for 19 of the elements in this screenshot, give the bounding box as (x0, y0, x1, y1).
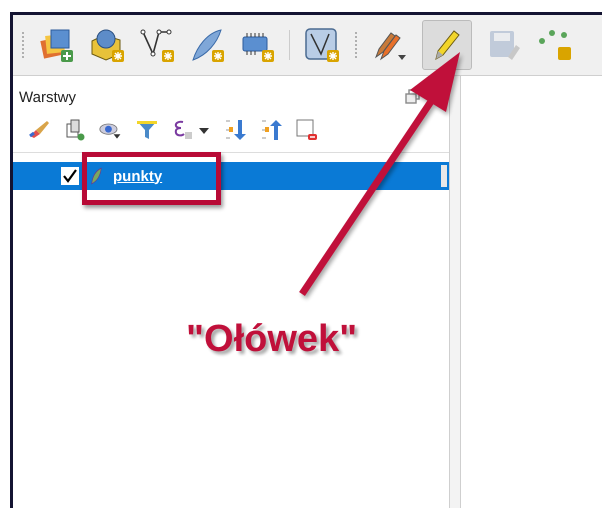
globe-box-icon[interactable] (89, 27, 125, 63)
vertex-icon[interactable] (536, 27, 572, 63)
add-layers-icon[interactable] (39, 27, 75, 63)
feather-icon[interactable] (189, 27, 225, 63)
panel-title: Warstwy (19, 88, 76, 106)
undock-icon[interactable] (405, 89, 421, 105)
layer-checkbox[interactable] (61, 167, 79, 185)
callout-label: "Ołówek" (186, 318, 358, 361)
layer-row[interactable]: punkty (13, 162, 449, 190)
vector-line-icon[interactable] (139, 27, 175, 63)
filter-icon[interactable] (135, 118, 159, 142)
expand-all-icon[interactable] (223, 118, 247, 142)
collapse-all-icon[interactable] (259, 118, 283, 142)
vector-frame-icon[interactable] (304, 27, 340, 63)
layer-name[interactable]: punkty (113, 168, 162, 184)
toggle-editing-button[interactable] (422, 20, 472, 70)
scrollbar[interactable] (441, 165, 447, 187)
point-layer-icon (89, 166, 103, 186)
remove-layer-icon[interactable] (295, 118, 319, 142)
